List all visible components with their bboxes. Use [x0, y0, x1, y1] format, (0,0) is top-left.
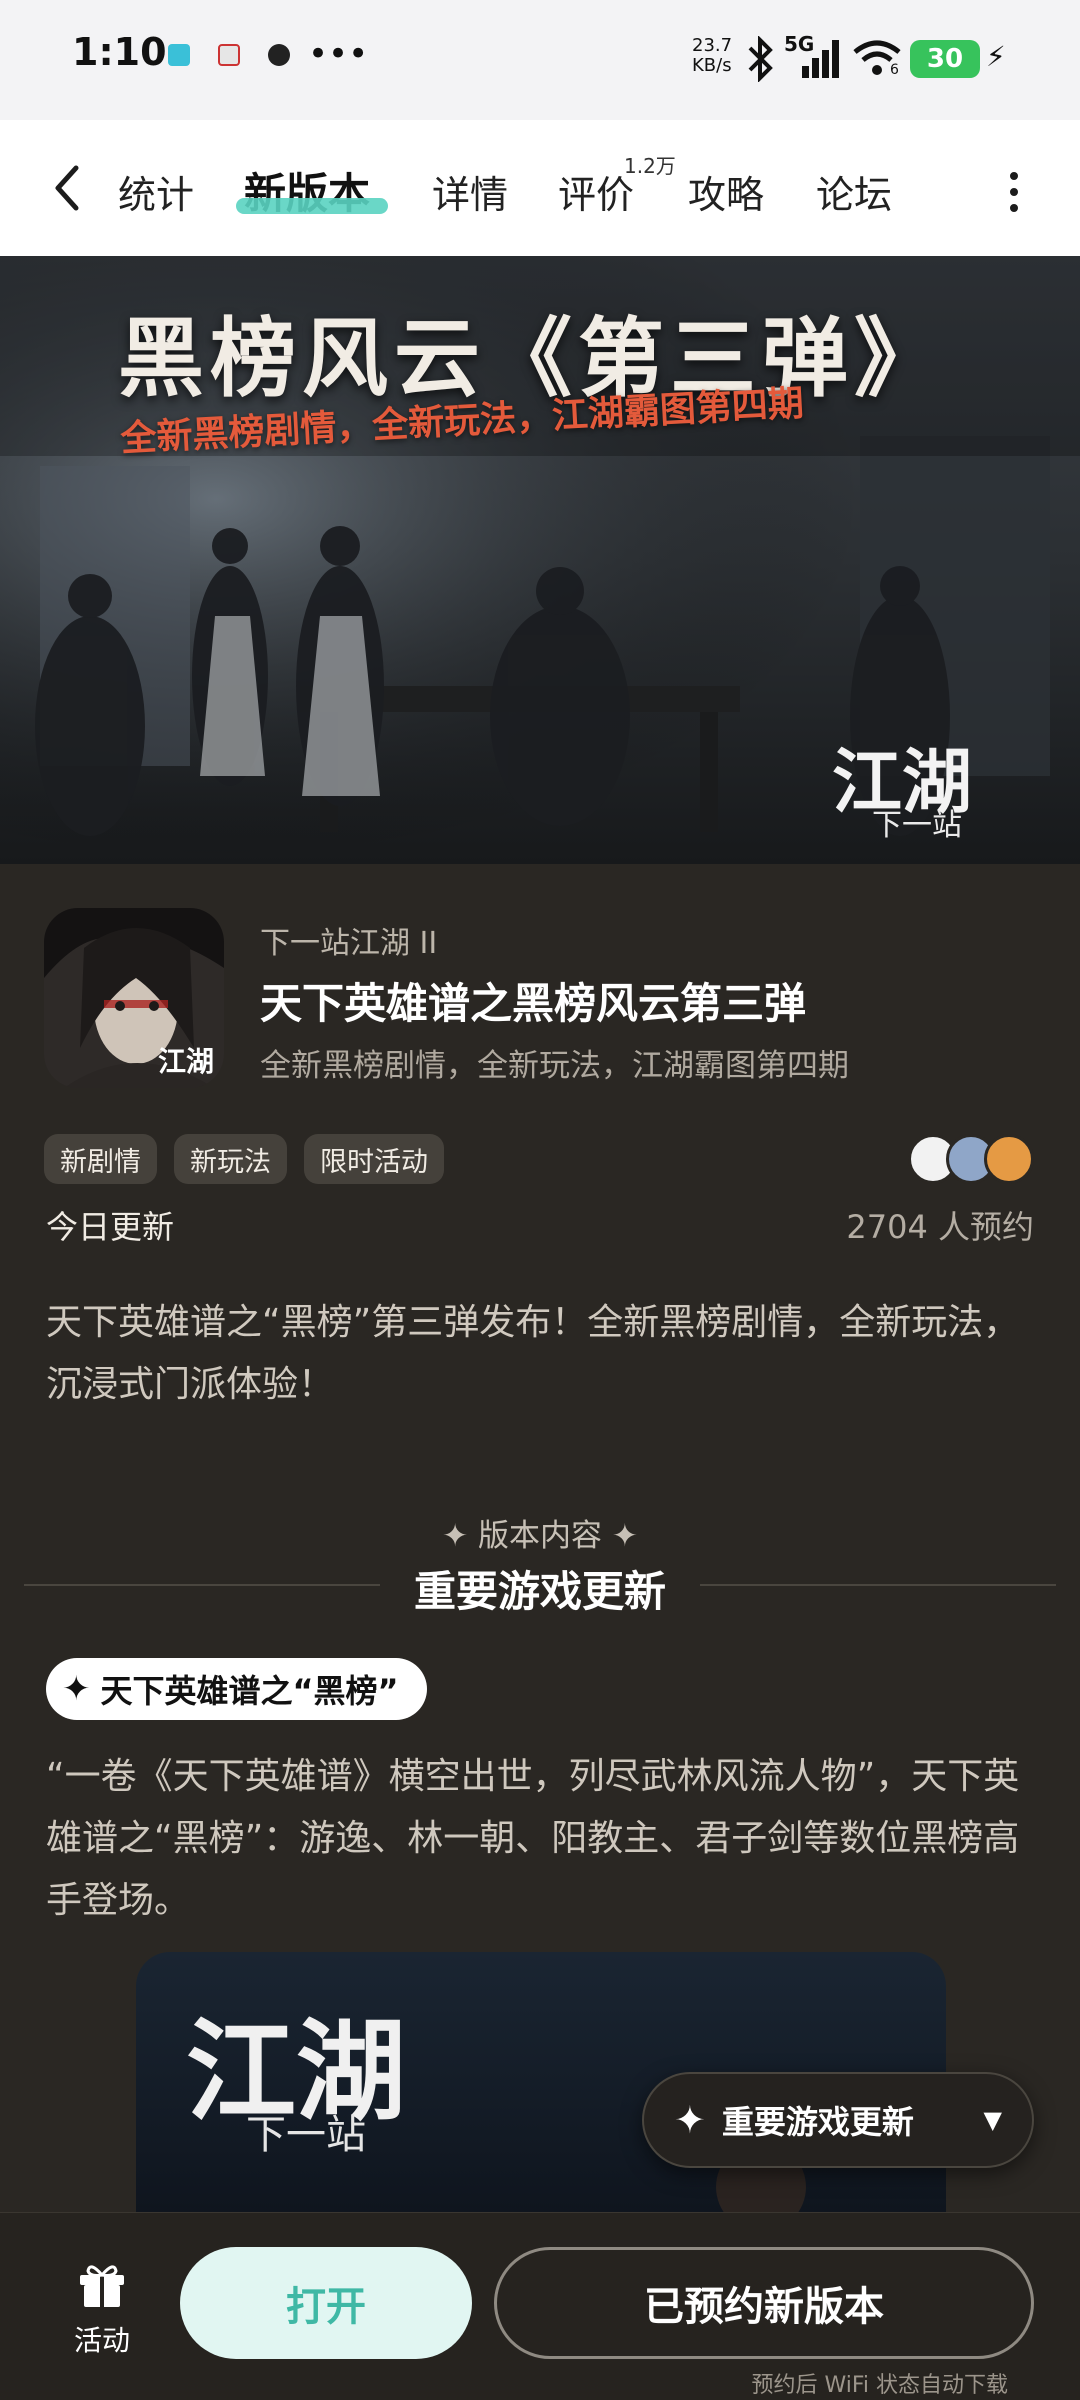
tag-new-gameplay[interactable]: 新玩法 [174, 1134, 287, 1184]
app-icon-logo-text: 江湖 [157, 1045, 214, 1078]
wifi-level: 6 [890, 62, 899, 78]
content-heading: ✦ 天下英雄谱之“黑榜” [46, 1658, 427, 1720]
charging-icon: ⚡ [986, 40, 1006, 73]
app-icon[interactable]: 江湖 [44, 908, 224, 1088]
content-image-logo-sub: 下一站 [246, 2112, 366, 2158]
notification-app-icon [268, 44, 290, 66]
notification-app-icon [218, 44, 240, 66]
section-jump-button[interactable]: ✦ 重要游戏更新 ▼ [642, 2072, 1034, 2168]
tab-guides[interactable]: 攻略 [688, 164, 764, 219]
active-tab-indicator [236, 198, 388, 214]
chevron-down-icon: ▼ [983, 2106, 1002, 2134]
version-title: 天下英雄谱之黑榜风云第三弹 [260, 979, 807, 1028]
network-speed-value: 23.7 [692, 35, 733, 56]
avatar [984, 1134, 1034, 1184]
bottom-action-bar: 活动 打开 已预约新版本 预约后 WiFi 状态自动下载 [0, 2212, 1080, 2400]
signal-icon [802, 40, 839, 78]
developer-name[interactable]: 下一站江湖 II [260, 918, 437, 962]
bluetooth-icon [748, 36, 773, 82]
auto-download-note: 预约后 WiFi 状态自动下载 [751, 2373, 1008, 2398]
tab-stats[interactable]: 统计 [118, 164, 194, 219]
version-description: 全新黑榜剧情，全新玩法，江湖霸图第四期 [260, 1048, 849, 1084]
version-intro: 天下英雄谱之“黑榜”第三弹发布！全新黑榜剧情，全新玩法，沉浸式门派体验！ [46, 1302, 1020, 1405]
gift-icon [80, 2265, 124, 2307]
review-count-badge: 1.2万 [624, 154, 676, 178]
tab-reviews[interactable]: 评价 [558, 164, 634, 219]
sparkle-icon: ✦ [674, 2098, 706, 2142]
update-status: 今日更新 [46, 1208, 175, 1246]
activity-label: 活动 [73, 2324, 130, 2357]
section-jump-label: 重要游戏更新 [721, 2103, 914, 2141]
tag-limited-event[interactable]: 限时活动 [304, 1134, 444, 1184]
content-body: “一卷《天下英雄谱》横空出世，列尽武林风流人物”，天下英雄谱之“黑榜”：游逸、林… [46, 1756, 1020, 1921]
status-time: 1:10 [72, 30, 167, 74]
network-speed-unit: KB/s [692, 55, 732, 76]
battery-icon: 30 [910, 40, 980, 78]
more-options-icon[interactable] [1000, 168, 1028, 216]
content-heading-label: 天下英雄谱之“黑榜” [100, 1672, 399, 1710]
version-banner[interactable]: 黑榜风云《第三弹》 全新黑榜剧情，全新玩法，江湖霸图第四期 江湖 下一站 [0, 256, 1080, 864]
tab-forum[interactable]: 论坛 [816, 164, 892, 219]
back-icon[interactable] [46, 160, 90, 216]
network-speed: 23.7 KB/s [692, 36, 732, 76]
activity-button[interactable]: 活动 [54, 2259, 150, 2359]
section-title: 重要游戏更新 [413, 1567, 666, 1616]
open-button[interactable]: 打开 [180, 2247, 472, 2359]
reserved-new-version-button[interactable]: 已预约新版本 [494, 2247, 1034, 2359]
tab-details[interactable]: 详情 [432, 164, 508, 219]
top-navigation: 统计 新版本 详情 评价 攻略 论坛 [0, 120, 1080, 256]
notification-app-icon [168, 44, 190, 66]
more-notifications-icon: ••• [308, 34, 369, 74]
section-kicker: ✦ 版本内容 ✦ [442, 1518, 638, 1554]
tag-new-story[interactable]: 新剧情 [44, 1134, 157, 1184]
reservation-count: 2704 人预约 [846, 1208, 1034, 1246]
sparkle-icon: ✦ [62, 1669, 91, 1709]
game-logo: 江湖 下一站 [832, 726, 1052, 846]
status-bar: 1:10 ••• 23.7 KB/s 5G 6 30 ⚡ [0, 0, 1080, 120]
game-logo-sub: 下一站 [872, 808, 962, 843]
